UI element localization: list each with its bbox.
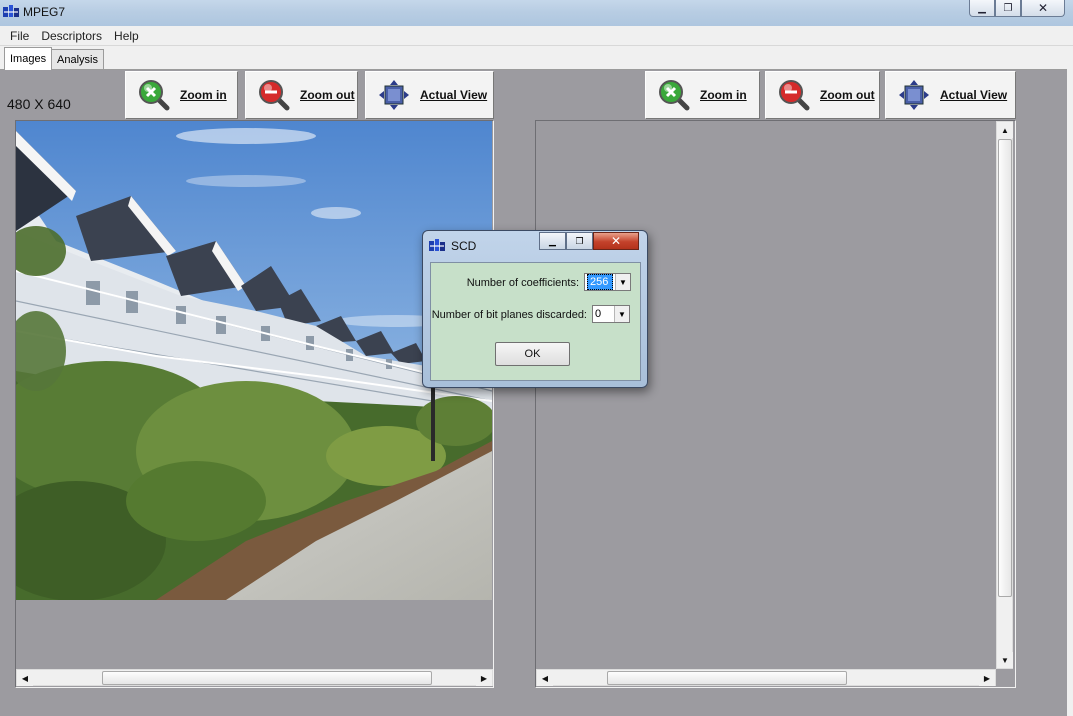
window-controls: ▁ ❐ ✕: [969, 0, 1065, 17]
image-dimensions: 480 X 640: [7, 96, 71, 112]
right-horizontal-scrollbar[interactable]: ◀ ▶: [536, 669, 996, 686]
menu-bar: File Descriptors Help: [0, 26, 1073, 46]
zoom-out-icon: [259, 80, 290, 111]
restore-icon: ❐: [575, 235, 584, 246]
right-scroll-thumb[interactable]: [607, 671, 847, 685]
menu-descriptors[interactable]: Descriptors: [35, 29, 108, 43]
scroll-up-arrow-icon[interactable]: ▲: [997, 122, 1013, 138]
dialog-title: SCD: [451, 239, 477, 253]
actual-view-icon: [379, 80, 409, 110]
maximize-button[interactable]: ❐: [995, 0, 1021, 17]
right-vertical-scroll-thumb[interactable]: [998, 139, 1012, 597]
actual-view-icon: [899, 80, 929, 110]
ok-button[interactable]: OK: [495, 342, 570, 366]
bitplanes-value: 0: [595, 308, 602, 320]
scroll-right-arrow-icon[interactable]: ▶: [476, 670, 492, 686]
dialog-logo-icon: [429, 239, 445, 251]
coefficients-value: 256: [587, 274, 613, 290]
loaded-image: [16, 121, 492, 600]
zoom-out-label: Zoom out: [820, 88, 875, 102]
window-title: MPEG7: [23, 5, 66, 19]
left-zoom-out-button[interactable]: Zoom out: [245, 71, 358, 119]
scd-dialog: SCD ▁ ❐ ✕ Number of coefficients: 256 ▼ …: [422, 230, 648, 388]
tab-strip: Images Analysis: [0, 46, 1073, 70]
close-icon: ✕: [1037, 1, 1049, 15]
scroll-left-arrow-icon[interactable]: ◀: [537, 670, 553, 686]
actual-view-label: Actual View: [420, 88, 488, 102]
dialog-maximize-button[interactable]: ❐: [566, 232, 593, 250]
zoom-in-icon: [139, 80, 170, 111]
dialog-minimize-button[interactable]: ▁: [539, 232, 566, 250]
scroll-right-arrow-icon[interactable]: ▶: [979, 670, 995, 686]
coefficients-select[interactable]: 256 ▼: [584, 273, 631, 291]
left-scroll-thumb[interactable]: [102, 671, 432, 685]
chevron-down-icon[interactable]: ▼: [614, 306, 629, 322]
zoom-out-label: Zoom out: [300, 88, 355, 102]
bitplanes-select[interactable]: 0 ▼: [592, 305, 630, 323]
zoom-in-label: Zoom in: [180, 88, 227, 102]
zoom-out-icon: [779, 80, 810, 111]
app-logo-icon: [3, 5, 19, 17]
menu-file[interactable]: File: [4, 29, 35, 43]
menu-help[interactable]: Help: [108, 29, 145, 43]
window-right-edge: [1067, 46, 1073, 716]
zoom-in-icon: [659, 80, 690, 111]
tab-images-label: Images: [10, 53, 47, 65]
restore-icon: ❐: [1003, 2, 1013, 14]
scroll-down-arrow-icon[interactable]: ▼: [997, 652, 1013, 668]
coefficients-label: Number of coefficients:: [466, 277, 579, 289]
right-actual-view-button[interactable]: Actual View: [885, 71, 1016, 119]
close-button[interactable]: ✕: [1021, 0, 1065, 17]
tab-analysis-label: Analysis: [57, 53, 98, 66]
scroll-left-arrow-icon[interactable]: ◀: [17, 670, 33, 686]
right-image-panel: [535, 120, 1016, 688]
close-icon: ✕: [610, 234, 622, 248]
zoom-in-label: Zoom in: [700, 88, 747, 102]
dialog-close-button[interactable]: ✕: [593, 232, 639, 250]
tab-analysis[interactable]: Analysis: [51, 49, 104, 69]
left-zoom-in-button[interactable]: Zoom in: [125, 71, 238, 119]
right-zoom-in-button[interactable]: Zoom in: [645, 71, 760, 119]
bitplanes-label: Number of bit planes discarded:: [431, 309, 587, 321]
minimize-icon: ▁: [549, 235, 556, 246]
title-bar: MPEG7 ▁ ❐ ✕: [0, 0, 1073, 26]
right-vertical-scrollbar[interactable]: ▲ ▼: [996, 121, 1013, 669]
left-horizontal-scrollbar[interactable]: ◀ ▶: [16, 669, 493, 686]
left-actual-view-button[interactable]: Actual View: [365, 71, 494, 119]
dialog-window-controls: ▁ ❐ ✕: [539, 232, 639, 250]
chevron-down-icon[interactable]: ▼: [615, 274, 630, 290]
dialog-body: Number of coefficients: 256 ▼ Number of …: [430, 262, 641, 381]
minimize-icon: ▁: [978, 2, 986, 14]
tab-images[interactable]: Images: [4, 47, 53, 70]
minimize-button[interactable]: ▁: [969, 0, 995, 17]
actual-view-label: Actual View: [940, 88, 1008, 102]
right-zoom-out-button[interactable]: Zoom out: [765, 71, 880, 119]
